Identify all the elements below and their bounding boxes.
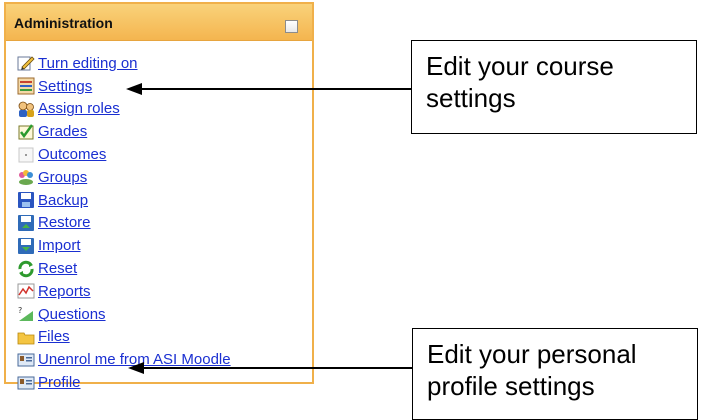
profile-settings-callout: Edit your personal profile settings [412,328,698,420]
settings-arrowhead [126,83,142,95]
course-settings-callout: Edit your course settings [411,40,697,134]
profile-arrowhead [128,362,144,374]
screenshot-stage: Administration Turn editing on Settings … [0,0,709,420]
